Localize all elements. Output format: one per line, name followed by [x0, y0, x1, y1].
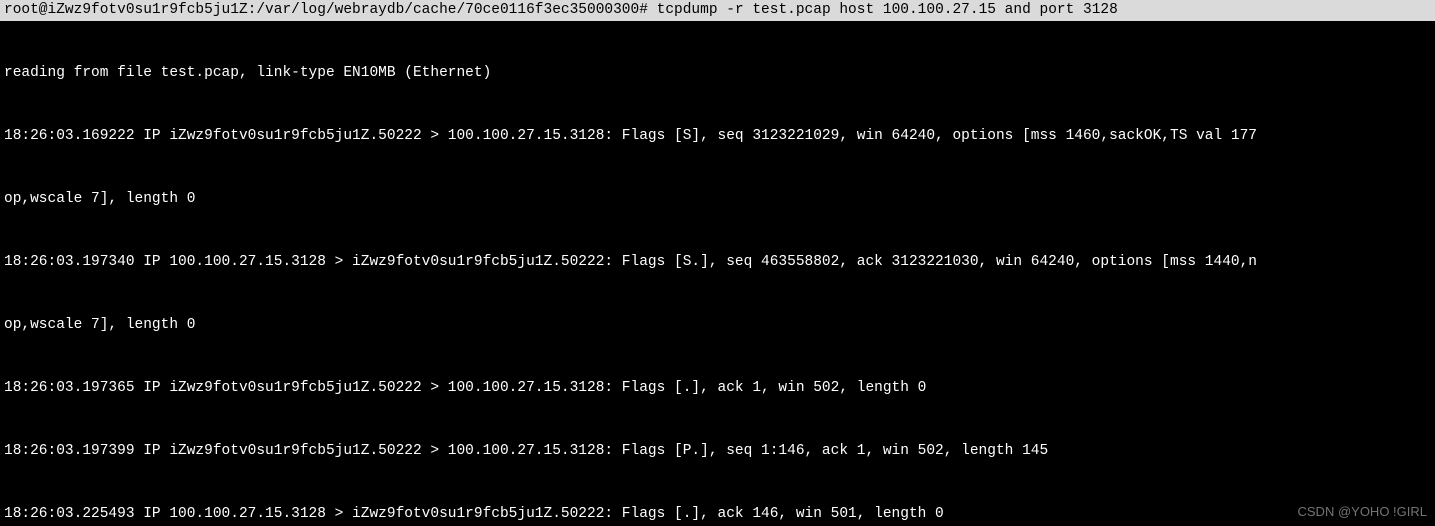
command-text: tcpdump -r test.pcap host 100.100.27.15 …	[657, 2, 1118, 18]
output-line: op,wscale 7], length 0	[4, 189, 1431, 210]
output-line: op,wscale 7], length 0	[4, 315, 1431, 336]
prompt-suffix: #	[639, 2, 648, 18]
prompt-user-host: root@iZwz9fotv0su1r9fcb5ju1Z	[4, 2, 248, 18]
output-line: 18:26:03.169222 IP iZwz9fotv0su1r9fcb5ju…	[4, 126, 1431, 147]
output-line: 18:26:03.225493 IP 100.100.27.15.3128 > …	[4, 504, 1431, 525]
output-line: 18:26:03.197399 IP iZwz9fotv0su1r9fcb5ju…	[4, 441, 1431, 462]
output-line: 18:26:03.197340 IP 100.100.27.15.3128 > …	[4, 252, 1431, 273]
output-header: reading from file test.pcap, link-type E…	[4, 63, 1431, 84]
prompt-path: /var/log/webraydb/cache/70ce0116f3ec3500…	[256, 2, 639, 18]
terminal-window[interactable]: root@iZwz9fotv0su1r9fcb5ju1Z:/var/log/we…	[0, 0, 1435, 526]
output-line: 18:26:03.197365 IP iZwz9fotv0su1r9fcb5ju…	[4, 378, 1431, 399]
terminal-titlebar: root@iZwz9fotv0su1r9fcb5ju1Z:/var/log/we…	[0, 0, 1435, 21]
terminal-output[interactable]: reading from file test.pcap, link-type E…	[0, 21, 1435, 526]
csdn-watermark: CSDN @YOHO !GIRL	[1298, 501, 1428, 522]
